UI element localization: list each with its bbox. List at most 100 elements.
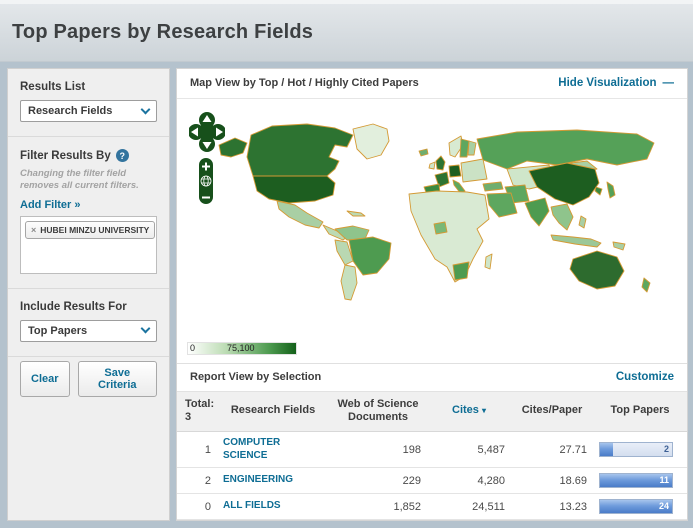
minus-icon: — <box>662 77 675 90</box>
map-region-philippines[interactable] <box>578 215 587 229</box>
map-header: Map View by Top / Hot / Highly Cited Pap… <box>177 69 687 99</box>
field-link[interactable]: ENGINEERING <box>223 474 309 487</box>
top-papers-bar: 2 <box>599 442 673 458</box>
row-documents: 229 <box>329 467 427 495</box>
map-region-uk[interactable] <box>435 155 446 171</box>
map-region-china[interactable] <box>528 162 600 206</box>
row-cites: 24,511 <box>427 493 511 521</box>
clear-button[interactable]: Clear <box>20 360 70 397</box>
table-row: 1 COMPUTER SCIENCE 198 5,487 27.71 2 <box>177 431 687 469</box>
bar-value: 11 <box>659 475 669 486</box>
filter-section: Filter Results By ? Changing the filter … <box>8 136 169 288</box>
include-results-value: Top Papers <box>28 324 88 337</box>
results-list-label: Results List <box>20 81 86 93</box>
include-results-section: Include Results For Top Papers <box>8 287 169 356</box>
report-view-title: Report View by Selection <box>190 371 322 384</box>
filter-tag[interactable]: × HUBEI MINZU UNIVERSITY <box>25 220 156 239</box>
table-header-row: Total: 3 Research Fields Web of Science … <box>177 390 687 433</box>
add-filter-link[interactable]: Add Filter » <box>20 199 81 211</box>
map-region-germany[interactable] <box>448 164 462 178</box>
map-region-caribbean[interactable] <box>346 210 366 217</box>
main-panel: Map View by Top / Hot / Highly Cited Pap… <box>176 68 688 521</box>
row-rank: 2 <box>177 467 217 495</box>
row-cites: 4,280 <box>427 467 511 495</box>
legend-min: 0 <box>190 342 196 353</box>
map-legend: 0 75,100 <box>187 341 297 355</box>
hide-visualization-link[interactable]: Hide Visualization — <box>558 77 674 89</box>
page-title: Top Papers by Research Fields <box>12 21 314 43</box>
world-map[interactable]: 0 75,100 <box>177 98 687 363</box>
row-rank: 1 <box>177 431 217 469</box>
sidebar: Results List Research Fields Filter Resu… <box>7 68 170 521</box>
map-region-africa[interactable] <box>408 190 490 283</box>
column-cites-per-paper[interactable]: Cites/Paper <box>511 390 593 433</box>
remove-filter-icon[interactable]: × <box>31 225 36 235</box>
map-region-south-africa[interactable] <box>452 261 470 281</box>
field-link[interactable]: COMPUTER SCIENCE <box>223 437 309 462</box>
field-link[interactable]: ALL FIELDS <box>223 500 309 513</box>
report-table: Total: 3 Research Fields Web of Science … <box>177 390 687 521</box>
map-region-se-asia[interactable] <box>550 203 574 231</box>
map-region-argentina[interactable] <box>340 264 358 301</box>
map-region-korea[interactable] <box>594 186 603 196</box>
row-documents: 198 <box>329 431 427 469</box>
map-region-finland[interactable] <box>467 140 477 156</box>
map-region-turkey[interactable] <box>482 181 504 192</box>
map-region-nigeria[interactable] <box>433 221 448 235</box>
map-region-canada[interactable] <box>246 123 354 177</box>
row-rank: 0 <box>177 493 217 521</box>
bar-value: 24 <box>658 501 669 512</box>
map-region-indonesia[interactable] <box>550 234 602 248</box>
map-region-ireland[interactable] <box>428 161 436 170</box>
column-top-papers[interactable]: Top Papers <box>593 390 687 433</box>
map-region-usa[interactable] <box>252 175 336 204</box>
bar-value: 2 <box>663 444 669 455</box>
map-region-saudi[interactable] <box>486 192 518 218</box>
column-documents[interactable]: Web of Science Documents <box>329 390 427 433</box>
row-cites: 5,487 <box>427 431 511 469</box>
map-region-australia[interactable] <box>569 250 625 290</box>
include-results-label: Include Results For <box>20 300 127 313</box>
row-cites-per-paper: 18.69 <box>511 467 593 495</box>
column-research-fields[interactable]: Research Fields <box>217 390 329 433</box>
row-cites-per-paper: 13.23 <box>511 493 593 521</box>
help-icon[interactable]: ? <box>115 149 129 162</box>
criteria-buttons: Clear Save Criteria <box>8 355 169 411</box>
customize-link[interactable]: Customize <box>616 371 674 383</box>
table-row: 2 ENGINEERING 229 4,280 18.69 11 <box>177 467 687 495</box>
map-region-png[interactable] <box>612 241 626 251</box>
row-documents: 1,852 <box>329 493 427 521</box>
app-window: Top Papers by Research Fields Results Li… <box>0 0 693 528</box>
filter-by-label: Filter Results By <box>20 149 111 162</box>
map-region-madagascar[interactable] <box>484 253 493 270</box>
results-list-select[interactable]: Research Fields <box>20 100 157 122</box>
map-region-mexico[interactable] <box>276 200 324 229</box>
table-row: 0 ALL FIELDS 1,852 24,511 13.23 24 <box>177 493 687 521</box>
bar-fill <box>600 443 613 457</box>
include-results-select[interactable]: Top Papers <box>20 319 157 342</box>
save-criteria-button[interactable]: Save Criteria <box>77 360 157 397</box>
map-zoom-control[interactable] <box>198 157 214 210</box>
top-papers-bar: 11 <box>599 473 673 489</box>
filter-note: Changing the filter field removes all cu… <box>20 168 139 192</box>
chevron-down-icon <box>140 323 151 334</box>
filter-tag-label: HUBEI MINZU UNIVERSITY <box>40 224 150 235</box>
map-view-title: Map View by Top / Hot / Highly Cited Pap… <box>190 77 419 90</box>
map-region-iceland[interactable] <box>418 148 429 157</box>
map-region-india[interactable] <box>524 197 550 227</box>
map-region-new-zealand[interactable] <box>641 277 651 293</box>
report-header: Report View by Selection Customize <box>177 362 687 391</box>
results-list-section: Results List Research Fields <box>8 69 169 136</box>
map-region-east-europe[interactable] <box>460 158 488 183</box>
sort-desc-icon: ▾ <box>481 406 486 416</box>
filter-tags-box: × HUBEI MINZU UNIVERSITY <box>20 215 157 274</box>
map-pan-control[interactable] <box>188 111 226 162</box>
chevron-down-icon <box>140 104 151 114</box>
column-cites[interactable]: Cites ▾ <box>427 390 511 433</box>
legend-max: 75,100 <box>227 342 255 353</box>
total-count: Total: 3 <box>177 390 217 433</box>
map-region-japan[interactable] <box>606 181 616 199</box>
row-cites-per-paper: 27.71 <box>511 431 593 469</box>
map-region-greenland[interactable] <box>352 123 390 160</box>
title-bar: Top Papers by Research Fields <box>0 4 693 62</box>
